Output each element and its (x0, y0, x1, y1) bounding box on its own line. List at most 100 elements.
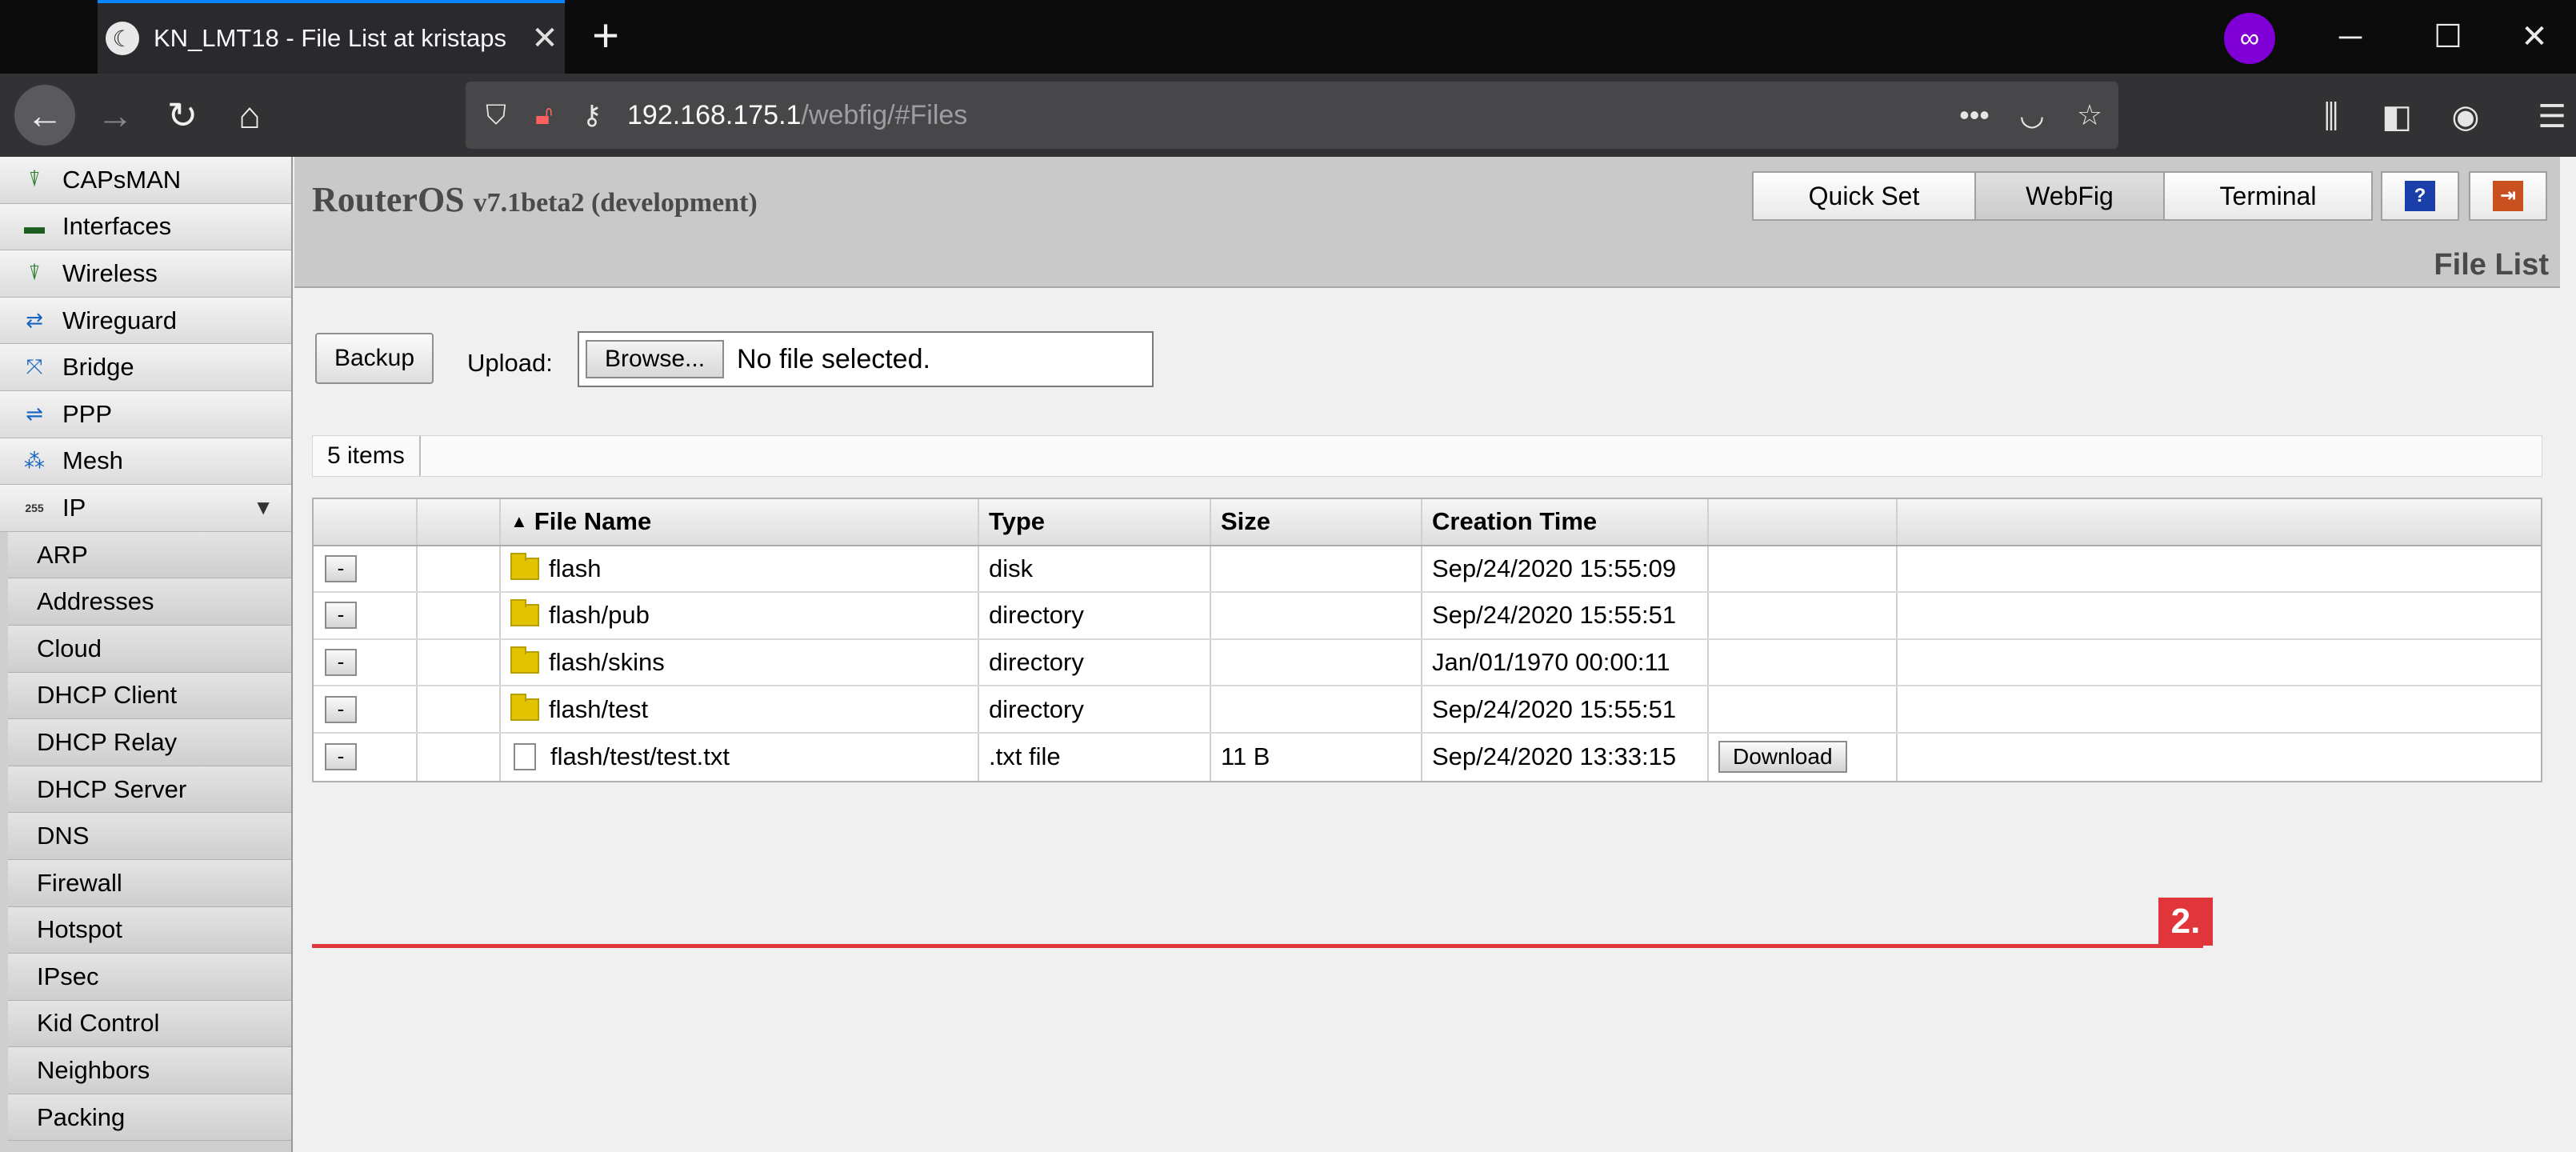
column-header-file-name[interactable]: ▲ File Name (501, 499, 979, 545)
account-icon[interactable]: ◉ (2442, 93, 2490, 141)
remove-button[interactable]: - (325, 743, 357, 771)
sidebar-item-wireguard[interactable]: ⇄ Wireguard (0, 297, 291, 345)
help-button[interactable]: ? (2381, 171, 2459, 221)
file-name: flash/test/test.txt (550, 742, 730, 771)
sidebar-subitem-packing[interactable]: Packing (8, 1094, 291, 1142)
sidebar-item-label: Interfaces (62, 212, 172, 241)
sidebar-item-ip[interactable]: 255 IP ▼ (0, 485, 291, 532)
remove-button[interactable]: - (325, 554, 357, 582)
file-size: 11 B (1211, 733, 1422, 781)
logout-button[interactable]: ⇥ (2469, 171, 2547, 221)
close-window-button[interactable]: ✕ (2494, 8, 2574, 66)
browse-button[interactable]: Browse... (586, 340, 725, 378)
file-name: flash (549, 554, 602, 582)
file-size (1211, 639, 1422, 686)
file-creation-time: Jan/01/1970 00:00:11 (1422, 639, 1709, 686)
tab-bar: ☾ KN_LMT18 - File List at kristaps ✕ + ∞… (0, 0, 2576, 74)
table-row[interactable]: - flash/skins directory Jan/01/1970 00:0… (314, 639, 2541, 687)
column-header-size[interactable]: Size (1211, 499, 1422, 545)
sidebar-item-label: Mesh (62, 446, 123, 475)
folder-icon (510, 599, 539, 627)
folder-icon (510, 646, 539, 674)
file-size (1211, 593, 1422, 638)
browser-tab[interactable]: ☾ KN_LMT18 - File List at kristaps ✕ (98, 0, 565, 74)
maximize-window-button[interactable]: ☐ (2408, 8, 2488, 66)
mikrotik-favicon-icon: ☾ (106, 22, 139, 55)
upload-file-input[interactable]: Browse... No file selected. (578, 331, 1154, 387)
table-row[interactable]: - flash/test/test.txt .txt file 11 B Sep… (314, 733, 2541, 781)
webfig-header: RouterOS v7.1beta2 (development) Quick S… (294, 157, 2560, 288)
file-creation-time: Sep/24/2020 15:55:09 (1422, 546, 1709, 592)
table-row[interactable]: - flash/pub directory Sep/24/2020 15:55:… (314, 593, 2541, 640)
url-text[interactable]: 192.168.175.1/webfig/#Files (627, 100, 967, 131)
sidebar-item-label: Wireless (62, 258, 158, 287)
minimize-window-button[interactable]: ─ (2310, 8, 2390, 66)
table-row[interactable]: - flash disk Sep/24/2020 15:55:09 (314, 546, 2541, 594)
file-status-text: No file selected. (737, 343, 930, 374)
tab-title: KN_LMT18 - File List at kristaps (154, 24, 507, 52)
sidebar-item-mesh[interactable]: ⁂ Mesh (0, 438, 291, 486)
table-row[interactable]: - flash/test directory Sep/24/2020 15:55… (314, 686, 2541, 734)
key-icon[interactable]: ⚷ (568, 99, 616, 131)
sidebar-subitem-neighbors[interactable]: Neighbors (8, 1047, 291, 1094)
sidebar-item-capsman[interactable]: ⍒ CAPsMAN (0, 157, 291, 204)
main-content: RouterOS v7.1beta2 (development) Quick S… (294, 157, 2560, 1152)
sidebar-subitem-kid-control[interactable]: Kid Control (8, 1000, 291, 1048)
home-button[interactable]: ⌂ (219, 85, 280, 146)
interfaces-icon: ▬ (24, 214, 45, 238)
hamburger-menu-icon[interactable]: ☰ (2528, 93, 2576, 141)
remove-button[interactable]: - (325, 649, 357, 677)
sidebar-item-ppp[interactable]: ⇌ PPP (0, 390, 291, 438)
column-header-creation-time[interactable]: Creation Time (1422, 499, 1709, 545)
sidebar-toggle-icon[interactable]: ◧ (2373, 93, 2421, 141)
new-tab-button[interactable]: + (578, 8, 634, 64)
forward-button[interactable]: → (85, 85, 146, 146)
wireguard-icon: ⇄ (26, 308, 43, 333)
file-name: flash/test (549, 694, 649, 723)
terminal-button[interactable]: Terminal (2163, 171, 2373, 221)
ip-icon: 255 (25, 501, 44, 514)
sort-asc-icon: ▲ (510, 511, 528, 532)
remove-button[interactable]: - (325, 695, 357, 723)
sidebar-subitem-dhcp-relay[interactable]: DHCP Relay (8, 719, 291, 766)
backup-button[interactable]: Backup (315, 333, 434, 384)
sidebar-subitem-hotspot[interactable]: Hotspot (8, 906, 291, 954)
file-name: flash/pub (549, 601, 650, 630)
sidebar-subitem-arp[interactable]: ARP (8, 531, 291, 579)
pocket-icon[interactable]: ◡ (2003, 98, 2061, 132)
sidebar-subitem-dhcp-server[interactable]: DHCP Server (8, 766, 291, 814)
help-icon: ? (2405, 181, 2435, 211)
sidebar-item-bridge[interactable]: ⤧ Bridge (0, 344, 291, 391)
address-bar[interactable]: ⛉ 🔓︎ ⚷ 192.168.175.1/webfig/#Files ••• ◡… (466, 82, 2118, 149)
sidebar-subitem-cloud[interactable]: Cloud (8, 625, 291, 673)
file-size (1211, 686, 1422, 732)
table-header-row: ▲ File Name Type Size Creation Time (314, 499, 2541, 546)
page-actions-icon[interactable]: ••• (1946, 98, 2003, 132)
shield-icon[interactable]: ⛉ (472, 100, 520, 131)
file-table: ▲ File Name Type Size Creation Time - fla… (312, 498, 2542, 782)
navigation-bar: ← → ↻ ⌂ ⛉ 🔓︎ ⚷ 192.168.175.1/webfig/#Fil… (0, 74, 2576, 157)
library-icon[interactable]: ⫼ (2307, 93, 2355, 141)
sidebar-subitem-ipsec[interactable]: IPsec (8, 954, 291, 1001)
insecure-lock-icon[interactable]: 🔓︎ (520, 100, 568, 131)
sidebar-subitem-dns[interactable]: DNS (8, 813, 291, 860)
file-type: directory (979, 639, 1211, 686)
column-header-type[interactable]: Type (979, 499, 1211, 545)
sidebar-item-label: Bridge (62, 353, 134, 382)
sidebar-item-interfaces[interactable]: ▬ Interfaces (0, 203, 291, 251)
remove-button[interactable]: - (325, 602, 357, 630)
sidebar-subitem-firewall[interactable]: Firewall (8, 859, 291, 907)
antenna-icon: ⍒ (28, 260, 41, 285)
upload-label: Upload: (467, 349, 553, 377)
quick-set-button[interactable]: Quick Set (1752, 171, 1976, 221)
webfig-button[interactable]: WebFig (1974, 171, 2165, 221)
sidebar-item-wireless[interactable]: ⍒ Wireless (0, 250, 291, 298)
download-button[interactable]: Download (1718, 741, 1847, 774)
sidebar-subitem-dhcp-client[interactable]: DHCP Client (8, 672, 291, 720)
webfig-sidebar: ⍒ CAPsMAN ▬ Interfaces ⍒ Wireless ⇄ Wire… (0, 157, 293, 1152)
sidebar-subitem-addresses[interactable]: Addresses (8, 578, 291, 626)
back-button[interactable]: ← (14, 85, 75, 146)
reload-button[interactable]: ↻ (152, 85, 213, 146)
close-tab-icon[interactable]: ✕ (525, 20, 565, 57)
bookmark-star-icon[interactable]: ☆ (2061, 98, 2118, 132)
